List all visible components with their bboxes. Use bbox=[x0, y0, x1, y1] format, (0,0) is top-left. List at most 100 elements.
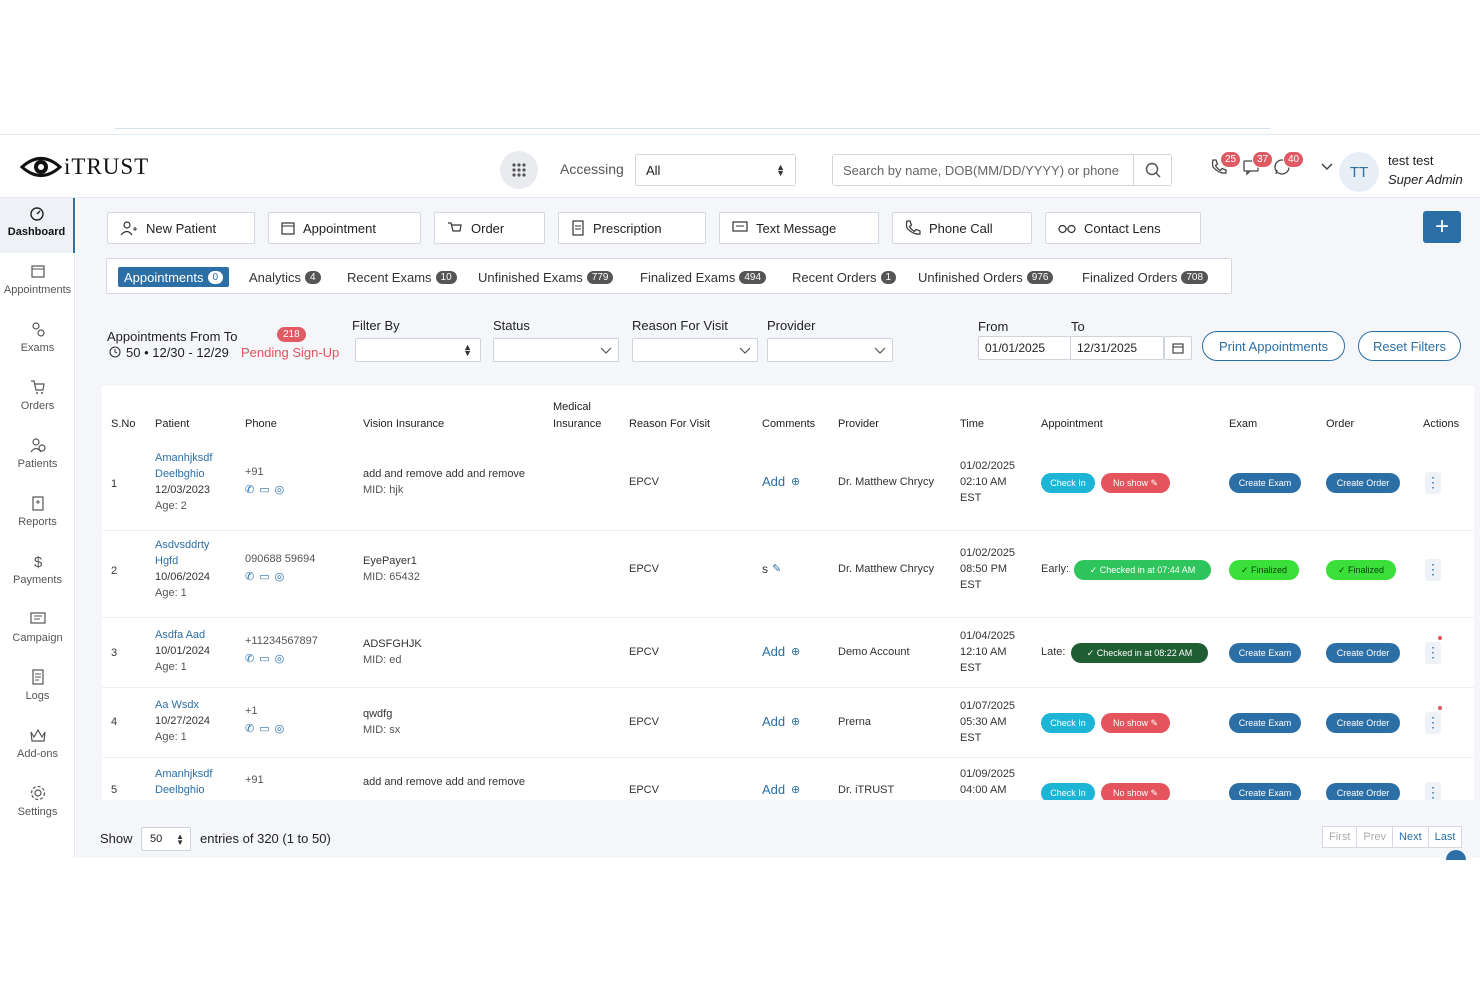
create-order-button[interactable]: Create Order bbox=[1326, 783, 1400, 800]
sms-icon[interactable]: ▭ bbox=[259, 482, 269, 498]
search-input[interactable] bbox=[833, 155, 1133, 185]
add-comment-link[interactable]: Add bbox=[762, 782, 785, 798]
text-message-button[interactable]: Text Message bbox=[719, 212, 879, 244]
order-finalized-status[interactable]: ✓ Finalized bbox=[1326, 560, 1396, 580]
patient-name-link[interactable]: Aa Wsdx bbox=[155, 697, 210, 713]
sidebar-item-orders[interactable]: Orders bbox=[0, 372, 75, 427]
patient-name-link[interactable]: Amanhjksdf bbox=[155, 450, 212, 466]
exam-finalized-status[interactable]: ✓ Finalized bbox=[1229, 560, 1299, 580]
add-comment-link[interactable]: Add bbox=[762, 644, 785, 660]
prescription-button[interactable]: Prescription bbox=[558, 212, 706, 244]
row-actions-menu[interactable]: ⋮ bbox=[1425, 642, 1441, 664]
create-order-button[interactable]: Create Order bbox=[1326, 643, 1400, 663]
add-circle-icon[interactable]: ⊕ bbox=[791, 782, 800, 798]
filter-by-select[interactable]: ▲ ▼ bbox=[355, 338, 481, 362]
row-actions-menu[interactable]: ⋮ bbox=[1425, 782, 1441, 800]
first-page-button[interactable]: First bbox=[1323, 827, 1358, 847]
check-in-button[interactable]: Check In bbox=[1041, 713, 1095, 733]
reset-filters-button[interactable]: Reset Filters bbox=[1358, 331, 1461, 361]
sidebar-item-add-ons[interactable]: Add-ons bbox=[0, 720, 75, 775]
chevron-down-icon[interactable] bbox=[1320, 162, 1334, 172]
sidebar-item-patients[interactable]: Patients bbox=[0, 430, 75, 485]
whatsapp-icon[interactable]: ◎ bbox=[275, 721, 285, 737]
call-icon[interactable]: ✆ bbox=[245, 651, 254, 667]
no-show-button[interactable]: No show ✎ bbox=[1101, 783, 1170, 800]
tab-recent-exams[interactable]: Recent Exams 10 bbox=[341, 267, 463, 287]
tab-finalized-orders[interactable]: Finalized Orders 708 bbox=[1076, 267, 1214, 287]
patient-name-link[interactable]: Hgfd bbox=[155, 553, 210, 569]
check-in-button[interactable]: Check In bbox=[1041, 473, 1095, 493]
phone-call-button[interactable]: Phone Call bbox=[892, 212, 1032, 244]
create-exam-button[interactable]: Create Exam bbox=[1229, 643, 1301, 663]
date-picker-button[interactable] bbox=[1164, 336, 1192, 360]
sidebar-item-reports[interactable]: Reports bbox=[0, 488, 75, 543]
whatsapp-icon[interactable]: ◎ bbox=[275, 651, 285, 667]
next-page-button[interactable]: Next bbox=[1393, 827, 1429, 847]
tab-analytics[interactable]: Analytics 4 bbox=[243, 267, 327, 287]
last-page-button[interactable]: Last bbox=[1429, 827, 1462, 847]
tab-recent-orders[interactable]: Recent Orders 1 bbox=[786, 267, 902, 287]
tab-appointments[interactable]: Appointments 0 bbox=[118, 267, 230, 287]
no-show-button[interactable]: No show ✎ bbox=[1101, 473, 1170, 493]
create-exam-button[interactable]: Create Exam bbox=[1229, 713, 1301, 733]
avatar[interactable]: TT bbox=[1339, 152, 1379, 192]
new-patient-button[interactable]: New Patient bbox=[107, 212, 255, 244]
patient-name-link[interactable]: Asdvsddrty bbox=[155, 537, 210, 553]
call-icon[interactable]: ✆ bbox=[245, 482, 254, 498]
search-button[interactable] bbox=[1133, 155, 1171, 185]
appointment-button[interactable]: Appointment bbox=[268, 212, 421, 244]
sidebar-item-payments[interactable]: $ Payments bbox=[0, 546, 75, 601]
reason-select[interactable] bbox=[632, 338, 758, 362]
sidebar-item-logs[interactable]: Logs bbox=[0, 662, 75, 717]
no-show-button[interactable]: No show ✎ bbox=[1101, 713, 1170, 733]
tab-finalized-exams[interactable]: Finalized Exams 494 bbox=[634, 267, 772, 287]
patient-name-link[interactable]: Deelbghio bbox=[155, 466, 212, 482]
create-order-button[interactable]: Create Order bbox=[1326, 473, 1400, 493]
add-comment-link[interactable]: Add bbox=[762, 474, 785, 490]
tab-unfinished-exams[interactable]: Unfinished Exams 779 bbox=[472, 267, 619, 287]
apps-grid-button[interactable] bbox=[500, 151, 538, 189]
sidebar-item-campaign[interactable]: Campaign bbox=[0, 604, 75, 659]
prev-page-button[interactable]: Prev bbox=[1357, 827, 1394, 847]
sms-icon[interactable]: ▭ bbox=[259, 651, 269, 667]
add-circle-icon[interactable]: ⊕ bbox=[791, 474, 800, 490]
create-order-button[interactable]: Create Order bbox=[1326, 713, 1400, 733]
create-exam-button[interactable]: Create Exam bbox=[1229, 783, 1301, 800]
tab-unfinished-orders[interactable]: Unfinished Orders 976 bbox=[912, 267, 1059, 287]
row-actions-menu[interactable]: ⋮ bbox=[1425, 472, 1441, 494]
row-actions-menu[interactable]: ⋮ bbox=[1425, 559, 1441, 581]
order-button[interactable]: Order bbox=[434, 212, 545, 244]
create-exam-button[interactable]: Create Exam bbox=[1229, 473, 1301, 493]
row-actions-menu[interactable]: ⋮ bbox=[1425, 712, 1441, 734]
add-circle-icon[interactable]: ⊕ bbox=[791, 714, 800, 730]
whatsapp-icon[interactable]: ◎ bbox=[275, 482, 285, 498]
page-size-select[interactable]: 50 ▲ ▼ bbox=[141, 827, 191, 851]
sms-icon[interactable]: ▭ bbox=[259, 721, 269, 737]
provider-select[interactable] bbox=[767, 338, 893, 362]
status-select[interactable] bbox=[493, 338, 619, 362]
edit-icon[interactable]: ✎ bbox=[772, 561, 781, 577]
add-comment-link[interactable]: Add bbox=[762, 714, 785, 730]
whatsapp-icon[interactable]: ◎ bbox=[275, 569, 285, 585]
call-icon[interactable]: ✆ bbox=[245, 569, 254, 585]
sidebar-item-settings[interactable]: Settings bbox=[0, 778, 75, 833]
pending-signup-link[interactable]: Pending Sign-Up bbox=[241, 345, 339, 360]
patient-name-link[interactable]: Deelbghio bbox=[155, 782, 212, 798]
add-circle-icon[interactable]: ⊕ bbox=[791, 644, 800, 660]
call-icon[interactable]: ✆ bbox=[245, 721, 254, 737]
sidebar-item-dashboard[interactable]: Dashboard bbox=[0, 198, 75, 253]
from-date-input[interactable]: 01/01/2025 bbox=[978, 336, 1071, 360]
contact-lens-button[interactable]: Contact Lens bbox=[1045, 212, 1201, 244]
sms-icon[interactable]: ▭ bbox=[259, 569, 269, 585]
sidebar-item-exams[interactable]: Exams bbox=[0, 314, 75, 369]
patient-name-link[interactable]: Asdfa Aad bbox=[155, 627, 210, 643]
to-date-input[interactable]: 12/31/2025 bbox=[1070, 336, 1164, 360]
patient-name-link[interactable]: Amanhjksdf bbox=[155, 766, 212, 782]
print-appointments-button[interactable]: Print Appointments bbox=[1202, 331, 1345, 361]
messages-notification[interactable]: 37 bbox=[1242, 151, 1274, 180]
whatsapp-notification[interactable]: 40 bbox=[1273, 151, 1305, 180]
logo[interactable]: iTRUST bbox=[20, 150, 149, 184]
check-in-button[interactable]: Check In bbox=[1041, 783, 1095, 800]
add-button[interactable]: + bbox=[1423, 211, 1461, 243]
calls-notification[interactable]: 25 bbox=[1210, 151, 1242, 180]
